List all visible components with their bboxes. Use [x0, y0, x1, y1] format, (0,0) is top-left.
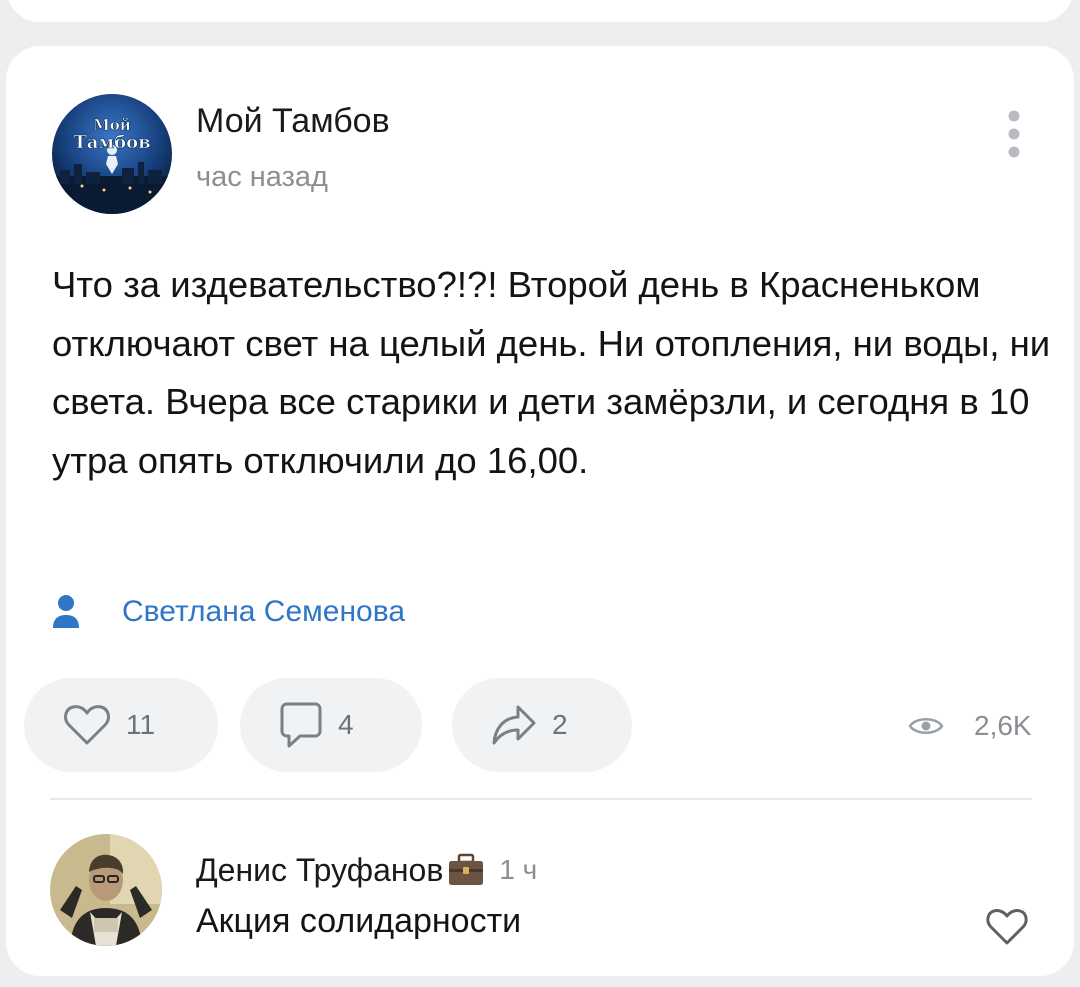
signer-name: Светлана Семенова — [122, 595, 406, 628]
share-button[interactable]: 2 — [452, 678, 632, 772]
like-button[interactable]: 11 — [24, 678, 218, 772]
previous-post-card — [6, 0, 1074, 22]
post-author-name[interactable]: Мой Тамбов — [196, 102, 390, 141]
avatar-logo-text-2: Тамбов — [73, 132, 150, 153]
like-count: 11 — [126, 709, 156, 740]
comments-divider — [50, 798, 1032, 800]
more-vertical-icon — [1008, 110, 1020, 158]
comment-author-name[interactable]: Денис Труфанов — [196, 852, 443, 889]
person-icon — [53, 595, 79, 628]
post-text: Что за издевательство?!?! Второй день в … — [52, 264, 1051, 481]
more-options-button[interactable] — [994, 104, 1034, 164]
views-counter: 2,6K — [908, 706, 1032, 746]
briefcase-icon — [449, 853, 484, 885]
heart-outline-icon — [986, 909, 1028, 945]
post-time: час назад — [196, 161, 328, 193]
comment-count: 4 — [338, 709, 354, 740]
post-signer[interactable]: Светлана Семенова — [50, 590, 405, 634]
comment-button[interactable]: 4 — [240, 678, 422, 772]
comment-like-button[interactable] — [984, 906, 1030, 946]
post-card: Мой Тамбов Мой Тамбов час назад Что за и… — [6, 46, 1074, 976]
comment-header: Денис Труфанов 1 ч — [196, 848, 537, 892]
views-count: 2,6K — [974, 710, 1032, 741]
community-avatar[interactable]: Мой Тамбов — [52, 94, 172, 214]
comment-time: 1 ч — [499, 854, 538, 885]
comment-text: Акция солидарности — [196, 902, 522, 940]
share-count: 2 — [552, 709, 568, 740]
share-arrow-icon — [492, 705, 536, 745]
community-avatar-image: Мой Тамбов — [52, 94, 172, 214]
comment-author-avatar[interactable] — [50, 834, 162, 946]
comment-icon — [280, 702, 322, 748]
comment-avatar-image — [50, 834, 162, 946]
heart-outline-icon — [64, 705, 110, 745]
eye-icon — [908, 718, 944, 734]
